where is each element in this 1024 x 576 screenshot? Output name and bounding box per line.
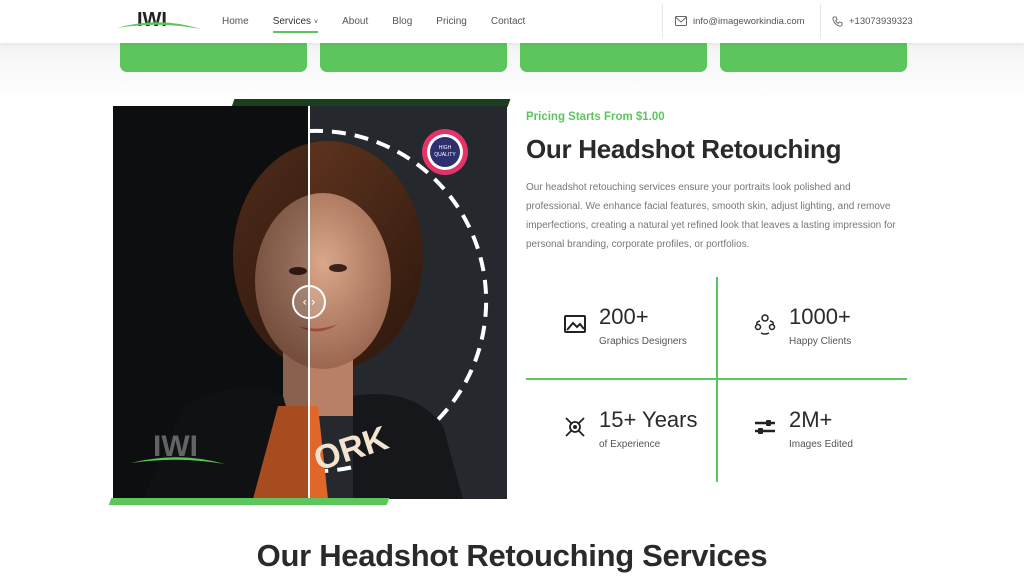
stat-label: of Experience (599, 439, 661, 450)
service-tab-4[interactable] (720, 43, 907, 72)
stat-label: Images Edited (789, 439, 853, 450)
nav-services[interactable]: Services ˅ (272, 0, 319, 44)
phone-icon (832, 15, 843, 27)
service-tab-3[interactable] (520, 43, 707, 72)
site-header: IWI Home Services ˅ About Blog Pricing Co… (0, 0, 1024, 43)
nav-about[interactable]: About (342, 0, 368, 43)
badge-line2: QUALITY (434, 152, 456, 158)
email-text: info@imageworkindia.com (693, 15, 805, 27)
stat-value: 200+ (599, 304, 649, 329)
mail-icon (675, 16, 687, 26)
stat-value: 1000+ (789, 304, 851, 329)
header-phone[interactable]: +13073939323 (820, 4, 913, 38)
experience-icon (565, 417, 585, 437)
image-icon (564, 315, 586, 333)
stats-divider-horizontal (526, 378, 907, 380)
site-logo[interactable]: IWI (115, 6, 203, 34)
stat-images: 2M+ Images Edited (753, 407, 923, 467)
description: Our headshot retouching services ensure … (526, 182, 896, 250)
section-heading: Our Headshot Retouching Services (256, 538, 768, 573)
sliders-icon (755, 420, 775, 434)
header-email[interactable]: info@imageworkindia.com (662, 4, 805, 38)
badge-line1: HIGH (439, 145, 452, 151)
nav-home[interactable]: Home (222, 0, 249, 43)
service-tab-1[interactable] (120, 43, 307, 72)
chevron-down-icon: ˅ (314, 18, 319, 26)
service-tab-2[interactable] (320, 43, 507, 72)
logo-text: IWI (137, 9, 167, 31)
stat-label: Graphics Designers (599, 336, 687, 347)
stats-grid: 200+ Graphics Designers 1000+ Happy Clie… (526, 277, 907, 482)
users-icon (754, 314, 776, 335)
stat-label: Happy Clients (789, 336, 852, 347)
pricing-text: Pricing Starts From $1.00 (526, 111, 665, 123)
stat-value: 15+ Years (599, 407, 698, 432)
page-title: Our Headshot Retouching (526, 134, 842, 164)
nav-blog[interactable]: Blog (392, 0, 412, 43)
stat-designers: 200+ Graphics Designers (563, 304, 733, 364)
slider-handle-icon: ‹ › (302, 295, 315, 309)
stat-clients: 1000+ Happy Clients (753, 304, 923, 364)
phone-text: +13073939323 (849, 15, 913, 27)
main-nav: Home Services ˅ About Blog Pricing Contac… (222, 0, 549, 43)
decor-bar-bottom (108, 498, 390, 505)
stat-value: 2M+ (789, 407, 833, 432)
before-after-image[interactable]: ORK IWI HIGH QUALITY ‹ › (113, 106, 507, 499)
nav-services-label: Services (272, 15, 312, 27)
nav-pricing[interactable]: Pricing (436, 0, 467, 43)
stat-experience: 15+ Years of Experience (563, 407, 733, 467)
nav-contact[interactable]: Contact (491, 0, 525, 43)
